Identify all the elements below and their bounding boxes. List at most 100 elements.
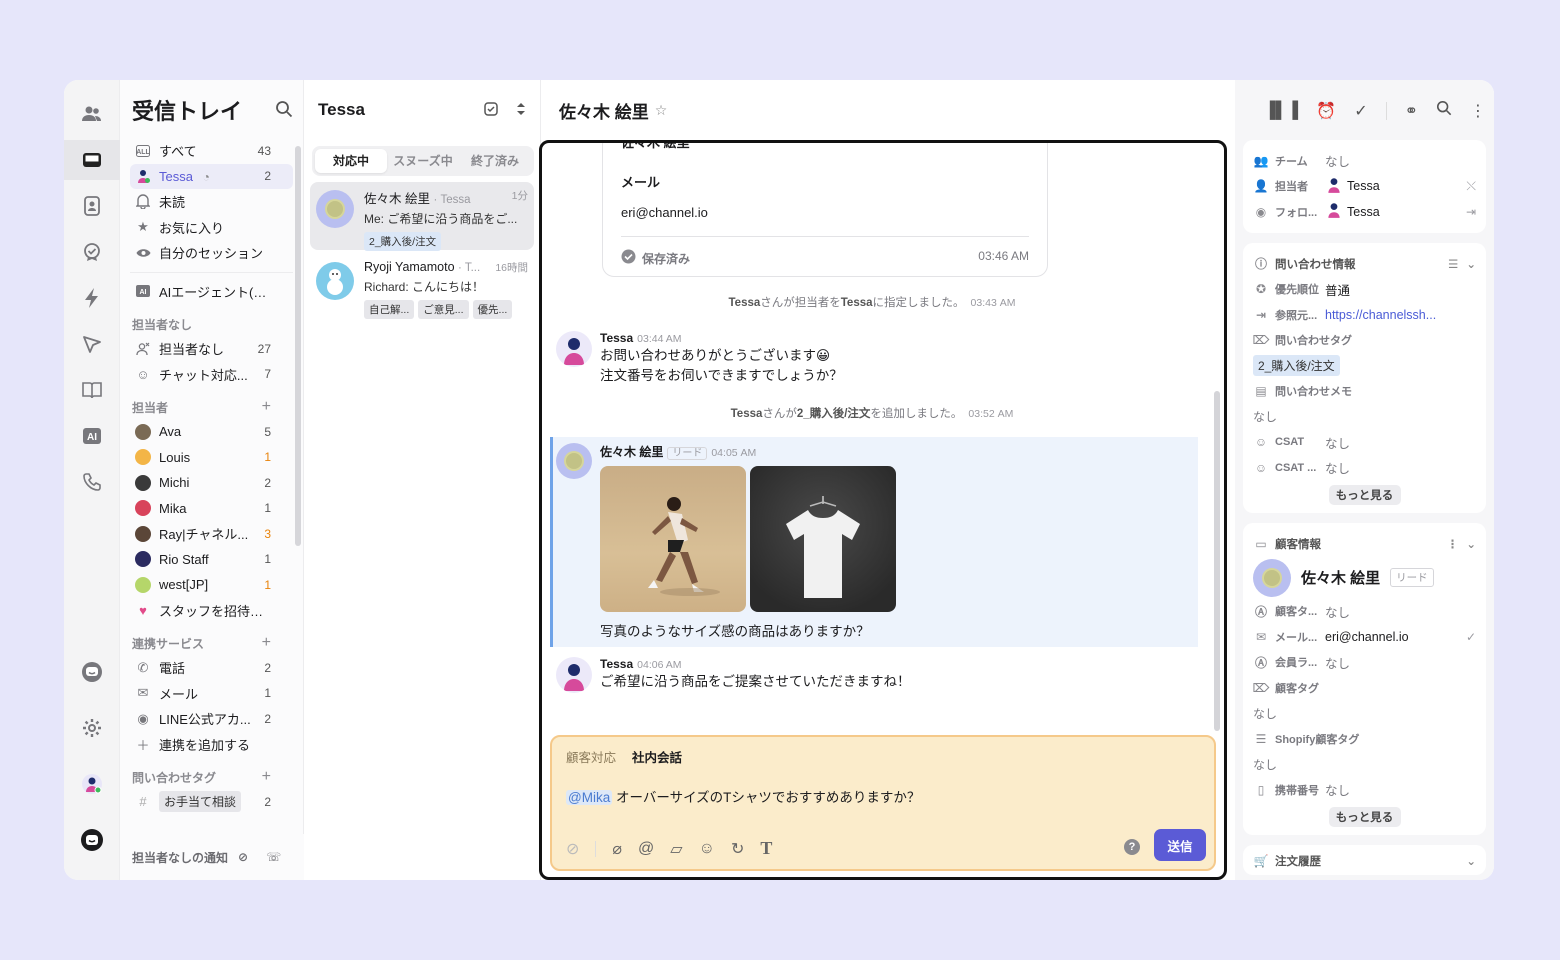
sidebar-item-tag[interactable]: # お手当て相談 2 xyxy=(130,789,293,815)
sidebar-item-assignee[interactable]: west[JP] 1 xyxy=(130,572,293,598)
sidebar-item-assignee[interactable]: Mika 1 xyxy=(130,496,293,522)
link-icon[interactable]: ⚭ xyxy=(1405,101,1418,121)
show-more-button[interactable]: もっと見る xyxy=(1328,806,1401,827)
message-composer[interactable]: 顧客対応 社内会話 @Mika オーバーサイズのTシャツでおすすめありますか？ … xyxy=(550,735,1216,871)
chevron-down-icon[interactable]: ⌄ xyxy=(1466,257,1476,271)
sidebar-item-assignee[interactable]: Michi 2 xyxy=(130,470,293,496)
details-panel: ▐▌▐ ⏰ ✓ ⚭ ⋮ 👥 チーム なし 👤 担当者 Tessa ⤬ ◉ フォロ... Tes… xyxy=(1235,80,1494,880)
user-avatar[interactable] xyxy=(72,764,112,804)
team-row[interactable]: 👥 チーム なし xyxy=(1253,148,1476,174)
sidebar-item-favorites[interactable]: ★ お気に入り xyxy=(130,215,293,241)
phone-icon[interactable] xyxy=(72,462,112,502)
composer-input[interactable]: @Mika オーバーサイズのTシャツでおすすめありますか？ xyxy=(566,786,1200,806)
sidebar-item-unread[interactable]: 未読 xyxy=(130,189,293,215)
inbox-icon[interactable] xyxy=(64,140,120,180)
tab-closed[interactable]: 終了済み xyxy=(459,149,531,173)
book-icon[interactable] xyxy=(72,370,112,410)
customer-type-row[interactable]: Ⓐ 顧客タ... なし xyxy=(1253,599,1476,625)
settings-gear-icon[interactable] xyxy=(72,708,112,748)
shortcut-icon[interactable]: ⊘ xyxy=(566,839,579,859)
add-assignee-plus-icon[interactable]: + xyxy=(262,398,271,416)
rio-avatar xyxy=(135,551,151,568)
badge-check-icon[interactable] xyxy=(72,232,112,272)
tab-snoozed[interactable]: スヌーズ中 xyxy=(387,149,459,173)
mention-at-icon[interactable]: @ xyxy=(638,840,654,858)
email-row[interactable]: ✉ メール... eri@channel.io ✓ xyxy=(1253,624,1476,650)
phone-row[interactable]: ▯ 携帯番号 なし xyxy=(1253,777,1476,803)
customer-icon[interactable] xyxy=(72,186,112,226)
tab-customer-reply[interactable]: 顧客対応 xyxy=(566,747,616,766)
more-vertical-icon[interactable]: ⋮ xyxy=(1470,101,1486,121)
leave-icon[interactable]: ⇥ xyxy=(1466,205,1476,219)
id-card-icon: ▭ xyxy=(1255,536,1267,551)
sidebar-item-tessa[interactable]: Tessa ◔ 2 xyxy=(130,163,293,189)
unassign-icon[interactable]: ⤬ xyxy=(1466,179,1476,194)
more-vertical-icon[interactable]: ⋮ xyxy=(1447,537,1459,551)
chat-scrollbar[interactable] xyxy=(1214,391,1220,731)
assignee-icon: 👤 xyxy=(1253,179,1269,194)
checkmark-icon[interactable]: ✓ xyxy=(1354,101,1367,121)
tags-section-header: 問い合わせタグ + xyxy=(132,768,271,786)
tab-open[interactable]: 対応中 xyxy=(315,149,387,173)
ai-icon[interactable]: AI xyxy=(72,416,112,456)
show-more-button[interactable]: もっと見る xyxy=(1328,484,1401,505)
sidebar-item-assignee[interactable]: Ava 5 xyxy=(130,419,293,445)
sidebar-item-chat-support[interactable]: ☺ チャット対応... 7 xyxy=(130,362,293,388)
priority-row[interactable]: ✪ 優先順位 普通 xyxy=(1253,277,1476,303)
sidebar-item-assignee[interactable]: Louis 1 xyxy=(130,445,293,471)
conversation-item[interactable]: Ryoji Yamamoto · T... 16時間 Richard: こんにちは… xyxy=(310,254,534,322)
add-integration-plus-icon[interactable]: + xyxy=(262,634,271,652)
attach-icon[interactable]: ⌀ xyxy=(612,839,622,859)
text-format-icon[interactable]: T xyxy=(760,838,772,859)
svg-text:AI: AI xyxy=(87,432,97,443)
channel-logo-icon[interactable] xyxy=(72,652,112,692)
photo-running-woman[interactable] xyxy=(600,466,746,612)
emoji-icon[interactable]: ☺ xyxy=(699,840,715,858)
sidebar-item-mail[interactable]: ✉ メール 1 xyxy=(130,681,293,707)
sidebar-item-assignee[interactable]: Rio Staff 1 xyxy=(130,547,293,573)
check-circle-icon xyxy=(621,249,636,267)
inquiry-tag-chip[interactable]: 2_購入後/注文 xyxy=(1253,355,1340,377)
phone-off-icon[interactable]: ☏ xyxy=(266,850,281,864)
notification-off-icon[interactable]: ⊘ xyxy=(238,850,248,864)
sidebar-item-my-sessions[interactable]: 自分のセッション xyxy=(130,240,293,266)
tab-internal-chat[interactable]: 社内会話 xyxy=(632,747,682,766)
photo-white-tshirt[interactable] xyxy=(750,466,896,612)
chevron-down-icon[interactable]: ⌄ xyxy=(1466,854,1476,868)
sidebar-item-ai-agent[interactable]: AI AIエージェント(A... xyxy=(130,279,293,305)
sliders-icon[interactable]: ☰ xyxy=(1448,257,1458,271)
order-history-card[interactable]: 🛒 注文履歴 ⌄ xyxy=(1243,844,1486,875)
sidebar-item-line[interactable]: ◉ LINE公式アカ... 2 xyxy=(130,706,293,732)
sidebar-item-phone[interactable]: ✆ 電話 2 xyxy=(130,655,293,681)
contacts-icon[interactable] xyxy=(72,94,112,134)
lightning-icon[interactable] xyxy=(72,278,112,318)
search-icon[interactable] xyxy=(1436,100,1452,121)
follower-row[interactable]: ◉ フォロ... Tessa ⇥ xyxy=(1253,199,1476,225)
sidebar-item-unassigned[interactable]: 担当者なし 27 xyxy=(130,336,293,362)
star-outline-icon[interactable]: ☆ xyxy=(655,102,668,119)
send-button[interactable]: 送信 xyxy=(1154,829,1206,861)
help-icon[interactable]: ? xyxy=(1124,839,1140,855)
chevron-down-icon[interactable]: ⌄ xyxy=(1466,537,1476,551)
sidebar-item-all[interactable]: ALL すべて 43 xyxy=(130,138,293,164)
member-rank-row[interactable]: Ⓐ 会員ラ... なし xyxy=(1253,650,1476,676)
search-icon[interactable] xyxy=(275,100,293,121)
checkbox-icon[interactable] xyxy=(484,101,498,119)
snippet-icon[interactable]: ▱ xyxy=(670,839,682,859)
message-tessa: Tessa 04:06 AM ご希望に沿う商品をご提案させていただきますね！ xyxy=(556,657,911,693)
priority-icon: ✪ xyxy=(1255,282,1267,297)
sort-icon[interactable] xyxy=(516,102,526,119)
assignee-row[interactable]: 👤 担当者 Tessa ⤬ xyxy=(1253,174,1476,200)
send-icon[interactable] xyxy=(72,324,112,364)
sidebar-scrollbar[interactable] xyxy=(295,146,301,546)
referrer-row[interactable]: ⇥ 参照元... https://channelssh... xyxy=(1253,302,1476,328)
invite-staff-button[interactable]: ♥ スタッフを招待する xyxy=(130,598,293,624)
channel-talk-icon[interactable] xyxy=(72,820,112,860)
alarm-clock-icon[interactable]: ⏰ xyxy=(1316,101,1336,121)
refresh-icon[interactable]: ↻ xyxy=(731,839,744,859)
conversation-item[interactable]: 佐々木 絵里 · Tessa 1分 Me: ご希望に沿う商品をご... 2_購入後… xyxy=(310,182,534,251)
audio-wave-icon[interactable]: ▐▌▐ xyxy=(1264,102,1298,120)
add-tag-plus-icon[interactable]: + xyxy=(262,768,271,786)
sidebar-item-assignee[interactable]: Ray|チャネル... 3 xyxy=(130,521,293,547)
add-integration-button[interactable]: ＋連携を追加する xyxy=(130,732,293,758)
